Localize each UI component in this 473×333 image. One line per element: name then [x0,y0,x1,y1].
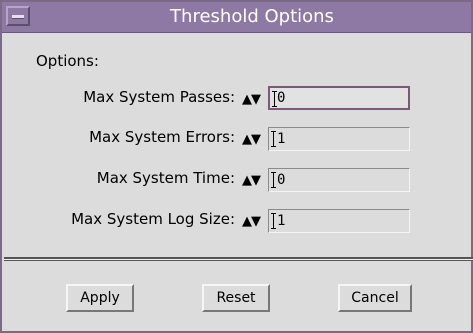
max-system-log-size-value: 1 [277,213,286,229]
cancel-button[interactable]: Cancel [338,284,412,312]
max-system-passes-label: Max System Passes: [83,88,235,106]
max-system-passes-spinner-icon[interactable]: ▲▼ [242,90,266,110]
threshold-options-dialog: Threshold Options Options: Max System Pa… [0,0,473,333]
max-system-errors-field[interactable]: 1 [268,127,410,151]
apply-button[interactable]: Apply [66,284,134,312]
text-cursor-icon [272,91,277,107]
separator-highlight [4,259,473,260]
max-system-time-field[interactable]: 0 [268,168,410,192]
max-system-time-value: 0 [277,172,286,188]
reset-button[interactable]: Reset [202,284,270,312]
window-menu-button[interactable] [6,6,30,26]
text-cursor-icon [271,131,276,147]
text-cursor-icon [271,172,276,188]
max-system-passes-value: 0 [277,90,286,106]
title-bar[interactable]: Threshold Options [2,2,471,33]
max-system-time-label: Max System Time: [96,169,235,187]
max-system-errors-value: 1 [277,131,286,147]
max-system-errors-label: Max System Errors: [89,128,235,146]
text-cursor-icon [271,213,276,229]
max-system-log-size-field[interactable]: 1 [268,209,410,233]
max-system-log-size-label: Max System Log Size: [71,210,235,228]
max-system-passes-field[interactable]: 0 [268,86,410,110]
window-title: Threshold Options [170,6,334,27]
max-system-time-spinner-icon[interactable]: ▲▼ [242,171,266,191]
max-system-log-size-spinner-icon[interactable]: ▲▼ [242,212,266,232]
options-heading: Options: [36,52,99,70]
max-system-errors-spinner-icon[interactable]: ▲▼ [242,130,266,150]
window-menu-icon [12,15,24,19]
